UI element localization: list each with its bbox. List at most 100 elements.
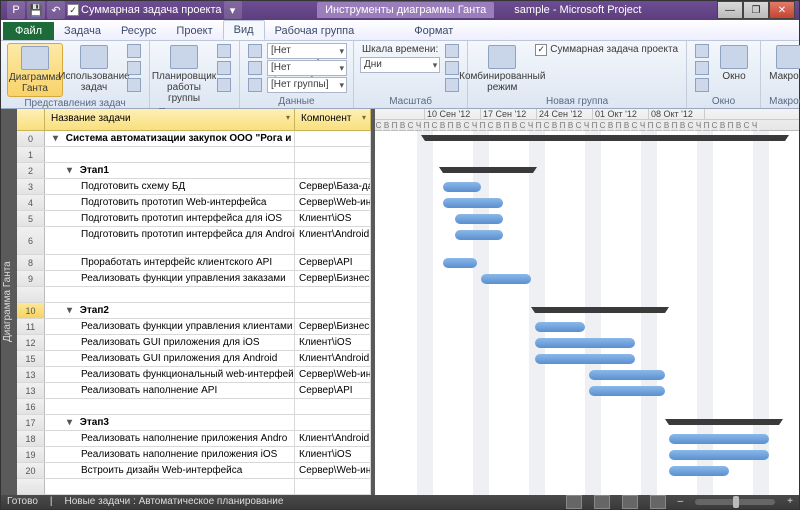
cell-name[interactable]: Реализовать наполнение приложения Andro [45,431,295,446]
cell-component[interactable]: Сервер\Бизнес- [295,319,371,334]
cell-name[interactable]: Подготовить прототип Web-интерфейса [45,195,295,210]
cell-name[interactable]: Подготовить прототип интерфейса для iOS [45,211,295,226]
row-header[interactable]: 6 [17,227,45,254]
cell-name[interactable] [45,147,295,162]
row-header[interactable]: 9 [17,271,45,286]
tab-resource[interactable]: Ресурс [111,22,166,40]
team-planner-button[interactable]: Планировщик работы группы [156,43,212,106]
cell-component[interactable]: Клиент\Android [295,351,371,366]
table-row[interactable]: 2▾ Этап1 [17,163,371,179]
task-bar[interactable] [535,354,635,364]
summary-bar[interactable] [535,307,665,313]
table-row[interactable]: 18Реализовать наполнение приложения Andr… [17,431,371,447]
cell-name[interactable]: ▾ Система автоматизации закупок ООО "Рог… [45,131,295,146]
cell-component[interactable]: Сервер\Бизнес- [295,271,371,286]
tab-project[interactable]: Проект [166,22,222,40]
table-row[interactable]: 16 [17,399,371,415]
row-header[interactable]: 18 [17,431,45,446]
task-bar[interactable] [669,434,769,444]
cell-component[interactable]: Клиент\iOS [295,447,371,462]
cell-component[interactable]: Сервер\Web-ин [295,195,371,210]
task-bar[interactable] [589,386,665,396]
cell-component[interactable] [295,163,371,178]
cell-name[interactable] [45,287,295,302]
row-header[interactable]: 13 [17,367,45,382]
tab-file[interactable]: Файл [3,22,54,40]
zoom-slider[interactable] [695,499,775,505]
cell-component[interactable]: Сервер\Web-ин [295,367,371,382]
cell-name[interactable]: Подготовить прототип интерфейса для Andr… [45,227,295,254]
row-header[interactable]: 0 [17,131,45,146]
table-row[interactable] [17,287,371,303]
cell-component[interactable]: Клиент\iOS [295,335,371,350]
cell-name[interactable]: ▾ Этап2 [45,303,295,318]
table-row[interactable]: 17▾ Этап3 [17,415,371,431]
task-bar[interactable] [443,258,477,268]
window-button[interactable]: Окно [714,43,754,84]
tab-format[interactable]: Формат [404,22,463,40]
table-row[interactable]: 11Реализовать функции управления клиента… [17,319,371,335]
qat-undo-icon[interactable]: ↶ [47,1,65,19]
row-header[interactable]: 17 [17,415,45,430]
cell-name[interactable]: Проработать интерфейс клиентского API [45,255,295,270]
view-resource-button[interactable] [650,495,666,509]
cell-component[interactable]: Клиент\iOS [295,211,371,226]
macros-button[interactable]: Макросы [767,43,800,84]
row-header[interactable]: 8 [17,255,45,270]
gantt-chart-button[interactable]: Диаграмма Ганта [7,43,63,97]
task-bar[interactable] [535,338,635,348]
cell-component[interactable]: Сервер\Web-ин [295,463,371,478]
group-dropdown[interactable]: [Нет группы] [267,77,347,93]
combined-mode-button[interactable]: Комбинированный режим [474,43,530,95]
summary-task-checkbox[interactable]: ✓Суммарная задача проекта [533,43,680,57]
cell-component[interactable]: Сервер\API [295,255,371,270]
close-button[interactable]: ✕ [769,1,795,19]
task-bar[interactable] [669,466,729,476]
hide-button[interactable] [693,77,711,93]
cell-name[interactable]: Реализовать функции управления клиентами [45,319,295,334]
calendar-button[interactable] [125,60,143,76]
task-bar[interactable] [535,322,585,332]
row-header[interactable]: 19 [17,447,45,462]
row-header[interactable]: 5 [17,211,45,226]
view-gantt-button[interactable] [566,495,582,509]
task-usage-button[interactable]: Использование задач [66,43,122,95]
cell-component[interactable]: Клиент\Android [295,227,371,254]
cell-component[interactable]: Клиент\Android [295,431,371,446]
cell-component[interactable] [295,303,371,318]
cell-component[interactable] [295,479,371,494]
column-name[interactable]: Название задачи [45,109,295,130]
table-row[interactable]: 0▾ Система автоматизации закупок ООО "Ро… [17,131,371,147]
network-diagram-button[interactable] [125,43,143,59]
row-header[interactable]: 15 [17,351,45,366]
row-header[interactable]: 20 [17,463,45,478]
cell-name[interactable]: Встроить дизайн Web-интерфейса [45,463,295,478]
tab-team[interactable]: Рабочая группа [265,22,365,40]
row-header[interactable]: 13 [17,383,45,398]
row-header[interactable]: 12 [17,335,45,350]
table-row[interactable]: 3Подготовить схему БДСервер\База-да [17,179,371,195]
resource-usage-button[interactable] [215,43,233,59]
new-window-button[interactable] [693,43,711,59]
cell-name[interactable]: Реализовать GUI приложения для iOS [45,335,295,350]
side-tab-gantt[interactable]: Диаграмма Ганта [1,109,17,495]
minimize-button[interactable]: — [717,1,743,19]
table-row[interactable]: 19Реализовать наполнение приложения iOSК… [17,447,371,463]
filter-dropdown[interactable]: [Нет фильтра] [267,60,347,76]
table-row[interactable]: 10▾ Этап2 [17,303,371,319]
cell-name[interactable]: Подготовить схему БД [45,179,295,194]
outline-button[interactable] [246,60,264,76]
task-bar[interactable] [443,198,503,208]
summary-bar[interactable] [443,167,533,173]
table-row[interactable]: 6Подготовить прототип интерфейса для And… [17,227,371,255]
outline-toggle-icon[interactable]: ▾ [53,131,63,146]
table-row[interactable]: 20Встроить дизайн Web-интерфейсаСервер\W… [17,463,371,479]
row-header[interactable]: 4 [17,195,45,210]
summary-bar[interactable] [425,135,785,141]
zoom-in-button[interactable]: + [787,496,793,507]
table-row[interactable]: 9Реализовать функции управления заказами… [17,271,371,287]
row-header[interactable]: 3 [17,179,45,194]
cell-component[interactable]: Сервер\API [295,383,371,398]
task-bar[interactable] [455,230,503,240]
table-row[interactable] [17,479,371,495]
